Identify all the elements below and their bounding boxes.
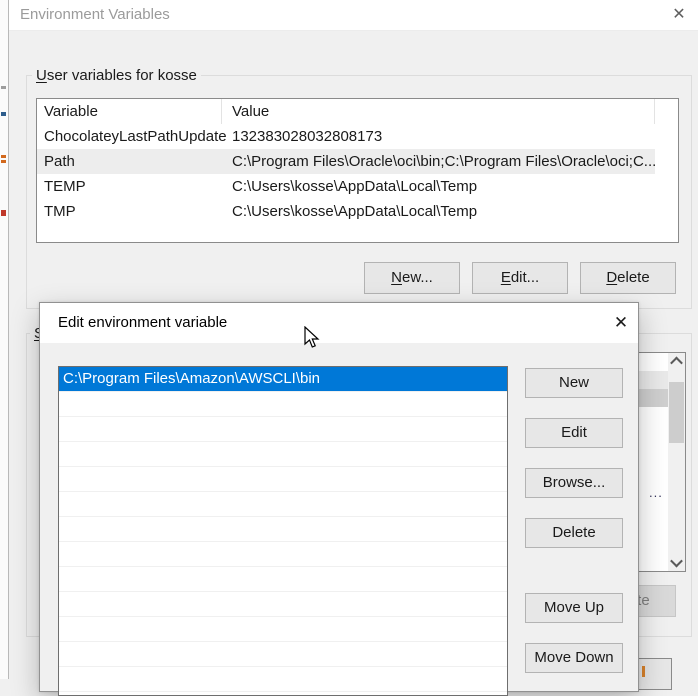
dialog-move-down-button[interactable]: Move Down — [525, 643, 623, 673]
dialog-edit-button[interactable]: Edit — [525, 418, 623, 448]
window-title: Environment Variables — [20, 0, 170, 30]
truncated-text-ellipsis: ... — [649, 485, 663, 500]
user-new-button[interactable]: New... — [364, 262, 460, 294]
dialog-move-up-button[interactable]: Move Up — [525, 593, 623, 623]
list-item-empty[interactable] — [59, 567, 507, 592]
edit-environment-variable-dialog: Edit environment variable ✕ C:\Program F… — [39, 302, 639, 692]
background-mark — [1, 112, 6, 116]
column-header-variable[interactable]: Variable — [37, 99, 222, 124]
table-row[interactable]: ChocolateyLastPathUpdate 132383028032808… — [37, 124, 678, 149]
close-icon[interactable]: ✕ — [662, 0, 696, 30]
background-artifact-mark — [642, 666, 645, 677]
list-item-empty[interactable] — [59, 592, 507, 617]
list-item-empty[interactable] — [59, 492, 507, 517]
list-item-empty[interactable] — [59, 517, 507, 542]
chevron-up-icon — [670, 357, 683, 370]
scrollbar-thumb[interactable] — [669, 382, 684, 443]
scrollbar-up-button[interactable] — [668, 353, 685, 370]
list-item-empty[interactable] — [59, 467, 507, 492]
list-item-empty[interactable] — [59, 417, 507, 442]
user-delete-button[interactable]: Delete — [580, 262, 676, 294]
dialog-browse-button[interactable]: Browse... — [525, 468, 623, 498]
window-titlebar: Environment Variables ✕ — [9, 0, 698, 31]
list-item-empty[interactable] — [59, 542, 507, 567]
table-row[interactable]: TMP C:\Users\kosse\AppData\Local\Temp — [37, 199, 678, 224]
background-app-strip — [0, 0, 9, 679]
dialog-titlebar: Edit environment variable ✕ — [40, 303, 638, 343]
list-item-empty[interactable] — [59, 667, 507, 692]
list-item-empty[interactable] — [59, 392, 507, 417]
list-item-selected[interactable]: C:\Program Files\Amazon\AWSCLI\bin — [59, 367, 507, 392]
table-row-selected[interactable]: Path C:\Program Files\Oracle\oci\bin;C:\… — [37, 149, 655, 174]
system-table-scrollbar[interactable] — [668, 353, 685, 571]
dialog-title: Edit environment variable — [58, 303, 227, 343]
table-row[interactable]: TEMP C:\Users\kosse\AppData\Local\Temp — [37, 174, 678, 199]
chevron-down-icon — [670, 555, 683, 568]
background-mark — [1, 210, 6, 216]
dialog-new-button[interactable]: New — [525, 368, 623, 398]
path-entries-list[interactable]: C:\Program Files\Amazon\AWSCLI\bin — [58, 366, 508, 696]
dialog-close-icon[interactable]: ✕ — [603, 307, 639, 339]
background-mark — [1, 155, 6, 158]
dialog-delete-button[interactable]: Delete — [525, 518, 623, 548]
scrollbar-down-button[interactable] — [668, 554, 685, 571]
user-variables-table[interactable]: Variable Value ChocolateyLastPathUpdate … — [36, 98, 679, 243]
list-item-empty[interactable] — [59, 642, 507, 667]
user-variables-label: User variables for kosse — [32, 67, 201, 84]
list-item-empty[interactable] — [59, 617, 507, 642]
background-mark — [1, 160, 6, 163]
table-header: Variable Value — [37, 99, 678, 124]
list-item-empty[interactable] — [59, 442, 507, 467]
background-mark — [1, 86, 6, 89]
user-edit-button[interactable]: Edit... — [472, 262, 568, 294]
column-header-value[interactable]: Value — [222, 99, 655, 124]
